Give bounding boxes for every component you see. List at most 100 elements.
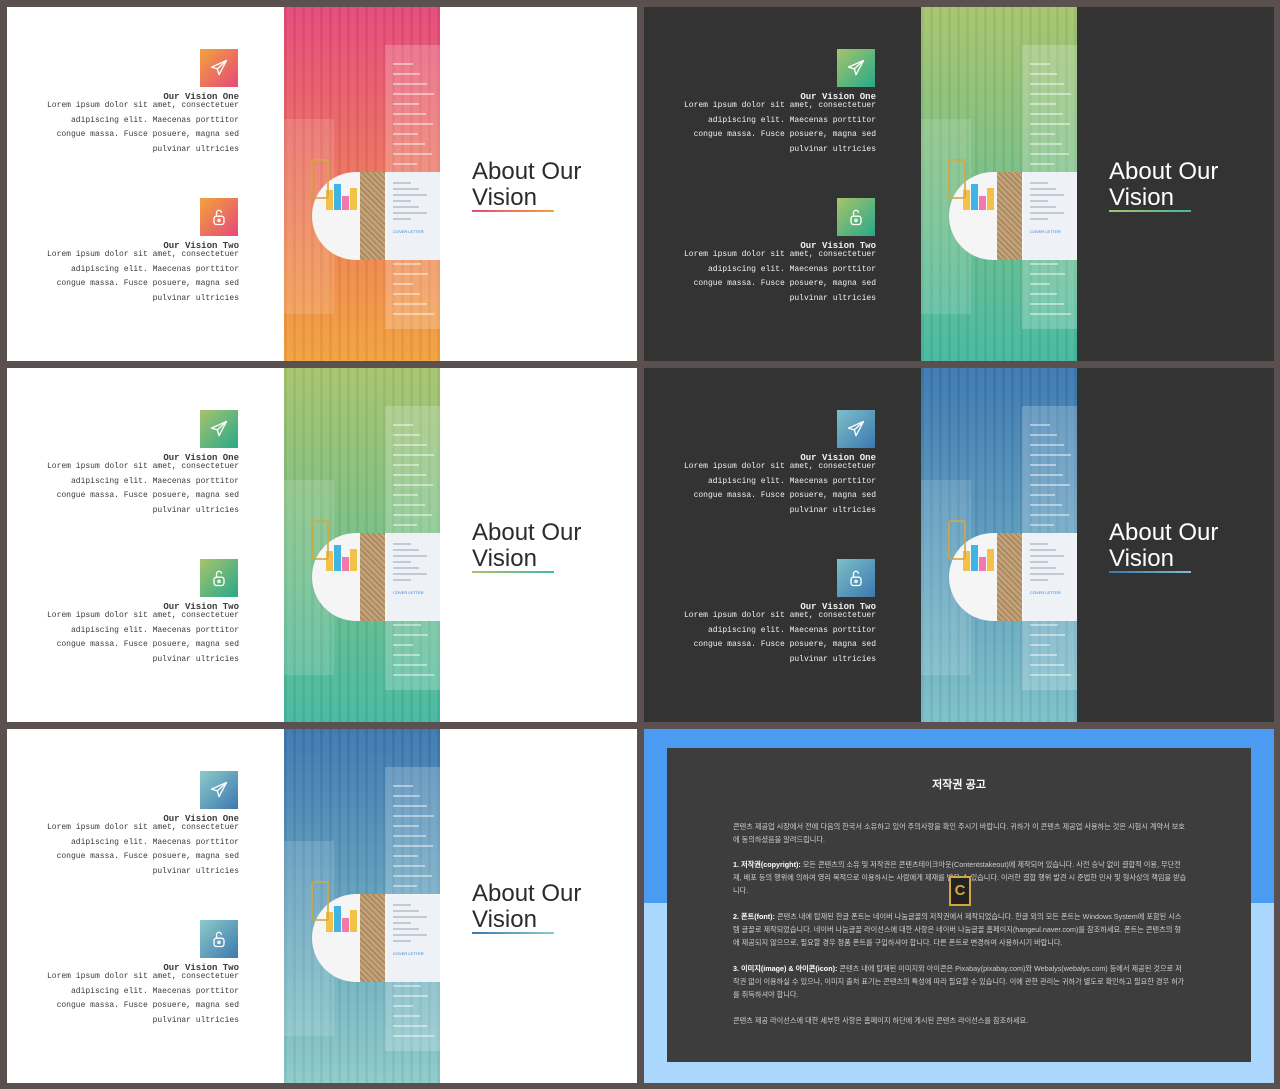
slide-2: Our Vision One Lorem ipsum dolor sit amet… [644,7,1274,361]
vision_one-line: congue massa. Fusce posuere, magna sed [693,130,876,139]
paper-plane-icon [837,410,875,448]
monitor-document: COVER LETTER [387,533,440,621]
vision_two-line: pulvinar ultricies [152,1015,239,1025]
vision_one-line: congue massa. Fusce posuere, magna sed [693,491,876,500]
title-underline [472,210,554,212]
slide-5: Our Vision One Lorem ipsum dolor sit amet… [7,729,637,1083]
vision_one-line: adipiscing elit. Maecenas porttitor [70,476,239,486]
cork-board [997,172,1022,260]
vision_two-line: pulvinar ultricies [789,654,876,664]
vision_one-line: adipiscing elit. Maecenas porttitor [707,115,876,125]
vision_two-line: adipiscing elit. Maecenas porttitor [707,264,876,274]
open-padlock-icon [200,198,238,236]
title-underline [1109,571,1191,573]
vision-two-text: Lorem ipsum dolor sit amet, consectetuer… [39,609,239,667]
vision_one-line: congue massa. Fusce posuere, magna sed [56,852,239,861]
vision_one-line: pulvinar ultricies [152,505,239,515]
vision-one-text: Lorem ipsum dolor sit amet, consectetuer… [39,99,239,157]
copyright-title: 저작권 공고 [932,779,986,791]
desk-photo: COVER LETTER [284,368,440,722]
vision_one-line: Lorem ipsum dolor sit amet, consectetuer [683,462,876,471]
vision_one-line: pulvinar ultricies [152,866,239,876]
vision_two-line: congue massa. Fusce posuere, magna sed [693,279,876,288]
monitor-label: COVER LETTER [1030,590,1061,595]
monitor-label: COVER LETTER [393,590,424,595]
vision_one-line: Lorem ipsum dolor sit amet, consectetuer [46,462,239,471]
vision_two-line: congue massa. Fusce posuere, magna sed [56,1001,239,1010]
vision_two-line: Lorem ipsum dolor sit amet, consectetuer [683,611,876,620]
vision-one-text: Lorem ipsum dolor sit amet, consectetuer… [676,99,876,157]
vision-one-text: Lorem ipsum dolor sit amet, consectetuer… [39,460,239,518]
slide-3: Our Vision One Lorem ipsum dolor sit amet… [7,368,637,722]
vision_one-line: adipiscing elit. Maecenas porttitor [707,476,876,486]
paper-plane-icon [200,49,238,87]
monitor: COVER LETTER [312,172,440,260]
pencil-cup [948,159,966,199]
vision_two-line: adipiscing elit. Maecenas porttitor [70,264,239,274]
vision_two-line: Lorem ipsum dolor sit amet, consectetuer [683,250,876,259]
vision_one-line: Lorem ipsum dolor sit amet, consectetuer [46,823,239,832]
title-underline [472,571,554,573]
vision_two-line: Lorem ipsum dolor sit amet, consectetuer [46,611,239,620]
vision-one-text: Lorem ipsum dolor sit amet, consectetuer… [676,460,876,518]
vision_one-line: Lorem ipsum dolor sit amet, consectetuer [46,101,239,110]
vision_one-line: congue massa. Fusce posuere, magna sed [56,491,239,500]
slide-title: About Our Vision [1109,158,1219,211]
vision_two-line: congue massa. Fusce posuere, magna sed [693,640,876,649]
copyright-section-2: 2. 폰트(font): 콘텐츠 내에 탑재된 한글 폰트는 네이버 나눔글꼴의… [733,912,1182,947]
copyright-slide: 저작권 공고 콘텐츠 제공업 시장에서 전에 다음의 한국서 소유하고 있어 주… [644,729,1274,1083]
copyright-section-3: 3. 이미지(image) & 아이콘(icon): 콘텐츠 내에 탑재된 이미… [733,964,1185,999]
vision_two-line: adipiscing elit. Maecenas porttitor [707,625,876,635]
open-padlock-icon [200,559,238,597]
vision_two-line: congue massa. Fusce posuere, magna sed [56,279,239,288]
title-underline [1109,210,1191,212]
monitor: COVER LETTER [312,533,440,621]
open-padlock-icon [837,559,875,597]
desk-photo: COVER LETTER [921,7,1077,361]
vision_one-line: pulvinar ultricies [152,144,239,154]
cork-board [360,894,385,982]
vision_one-line: adipiscing elit. Maecenas porttitor [70,837,239,847]
monitor-document: COVER LETTER [387,172,440,260]
vision-one-text: Lorem ipsum dolor sit amet, consectetuer… [39,821,239,879]
vision_one-line: pulvinar ultricies [789,144,876,154]
pencil-cup [311,520,329,560]
slide-title: About Our Vision [472,519,582,572]
vision_two-line: Lorem ipsum dolor sit amet, consectetuer [46,250,239,259]
monitor-label: COVER LETTER [1030,229,1061,234]
slide-4: Our Vision One Lorem ipsum dolor sit amet… [644,368,1274,722]
monitor: COVER LETTER [312,894,440,982]
paper-plane-icon [837,49,875,87]
monitor-label: COVER LETTER [393,229,424,234]
monitor-document: COVER LETTER [1024,172,1077,260]
copyright-intro: 콘텐츠 제공업 시장에서 전에 다음의 한국서 소유하고 있어 주의사항을 확인… [733,822,1185,844]
open-padlock-icon [837,198,875,236]
vision_two-line: pulvinar ultricies [152,293,239,303]
paper-plane-icon [200,410,238,448]
vision_two-line: adipiscing elit. Maecenas porttitor [70,625,239,635]
cork-board [360,533,385,621]
vision_two-line: Lorem ipsum dolor sit amet, consectetuer [46,972,239,981]
monitor: COVER LETTER [949,172,1077,260]
monitor-document: COVER LETTER [1024,533,1077,621]
paper-plane-icon [200,771,238,809]
slide-title: About Our Vision [472,880,582,933]
monitor-label: COVER LETTER [393,951,424,956]
vision-two-text: Lorem ipsum dolor sit amet, consectetuer… [39,248,239,306]
pencil-cup [311,159,329,199]
pencil-cup [948,520,966,560]
cork-board [360,172,385,260]
cork-board [997,533,1022,621]
vision_one-line: adipiscing elit. Maecenas porttitor [70,115,239,125]
copyright-footer: 콘텐츠 제공 라이선스에 대한 세부한 사항은 홈페이지 하단에 게시된 콘텐츠… [733,1016,1029,1025]
desk-photo: COVER LETTER [284,7,440,361]
vision_two-line: pulvinar ultricies [152,654,239,664]
desk-photo: COVER LETTER [921,368,1077,722]
vision_two-line: congue massa. Fusce posuere, magna sed [56,640,239,649]
vision-two-text: Lorem ipsum dolor sit amet, consectetuer… [676,248,876,306]
vision_one-line: congue massa. Fusce posuere, magna sed [56,130,239,139]
vision_one-line: pulvinar ultricies [789,505,876,515]
open-padlock-icon [200,920,238,958]
title-underline [472,932,554,934]
vision_one-line: Lorem ipsum dolor sit amet, consectetuer [683,101,876,110]
